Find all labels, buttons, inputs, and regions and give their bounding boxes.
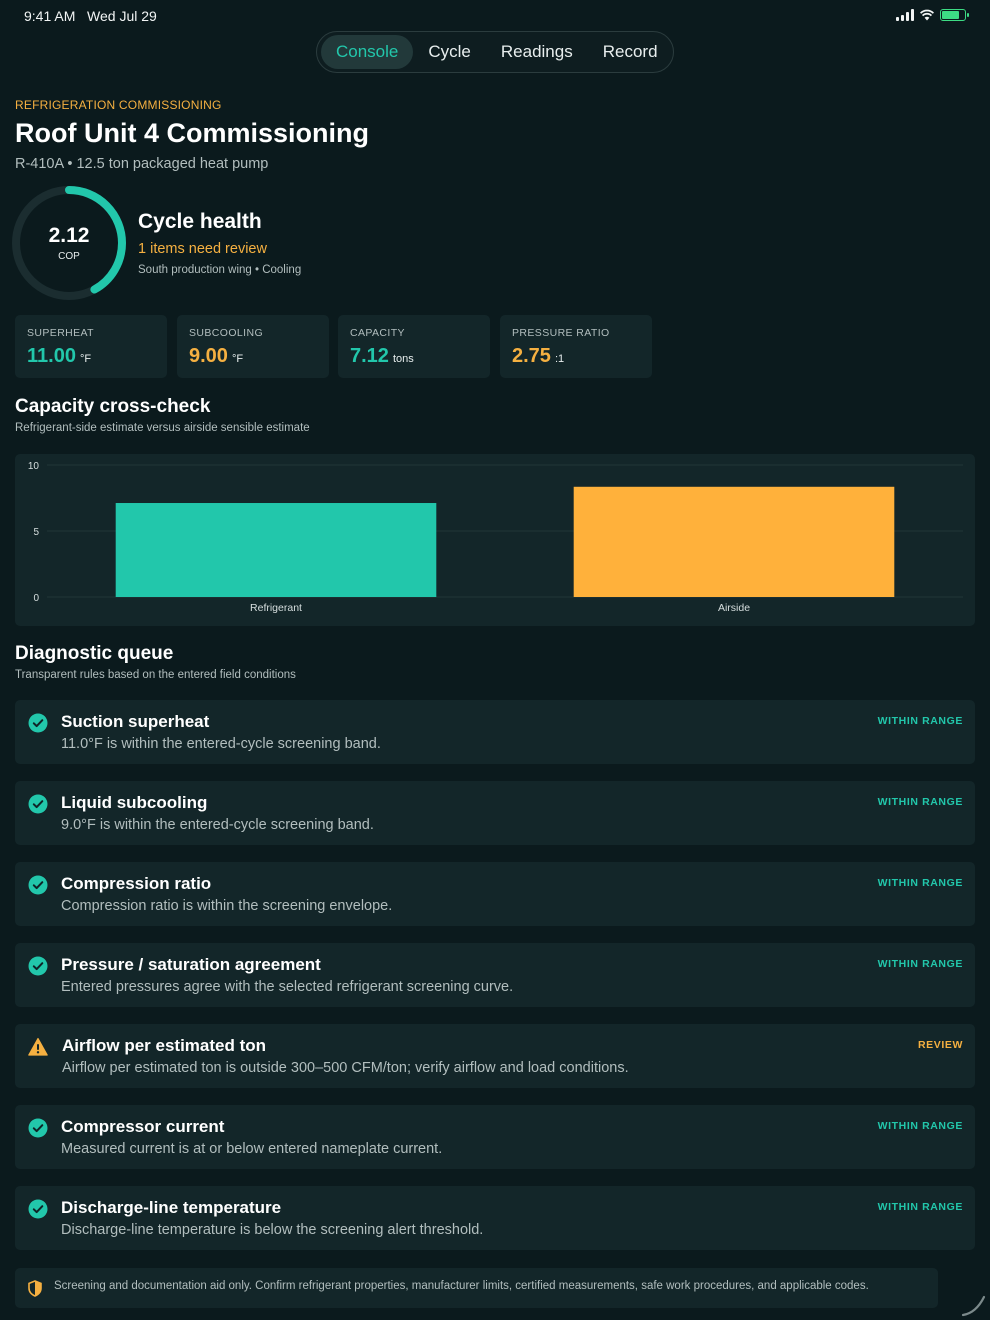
warning-triangle-icon bbox=[28, 1037, 48, 1056]
x-tick-label: Airside bbox=[718, 602, 750, 614]
diagnostic-section-title: Diagnostic queue bbox=[15, 643, 174, 664]
diagnostic-title: Compression ratio bbox=[61, 874, 212, 893]
wifi-icon bbox=[920, 9, 934, 21]
page-subtitle: R-410A • 12.5 ton packaged heat pump bbox=[15, 156, 269, 172]
tab-bar: Console Cycle Readings Record bbox=[316, 31, 674, 73]
diagnostic-status-badge: WITHIN RANGE bbox=[877, 1201, 963, 1213]
diagnostic-item[interactable]: Liquid subcooling 9.0°F is within the en… bbox=[15, 781, 975, 845]
cycle-meta: South production wing • Cooling bbox=[138, 264, 302, 276]
bar-refrigerant bbox=[115, 503, 437, 597]
disclaimer-note: Screening and documentation aid only. Co… bbox=[15, 1268, 938, 1308]
check-circle-icon bbox=[28, 956, 48, 976]
diagnostic-title: Compressor current bbox=[61, 1117, 225, 1136]
status-bar: 9:41 AM Wed Jul 29 bbox=[0, 0, 990, 30]
x-tick-label: Refrigerant bbox=[250, 602, 302, 614]
metric-subcooling: SUBCOOLING 9.00 °F bbox=[177, 315, 329, 378]
check-circle-icon bbox=[28, 713, 48, 733]
capacity-section-subtitle: Refrigerant-side estimate versus airside… bbox=[15, 422, 310, 434]
diagnostic-item[interactable]: Airflow per estimated ton Airflow per es… bbox=[15, 1024, 975, 1088]
diagnostic-item[interactable]: Discharge-line temperature Discharge-lin… bbox=[15, 1186, 975, 1250]
metric-value: 11.00 °F bbox=[27, 345, 92, 367]
bar-airside bbox=[573, 486, 895, 597]
y-tick-label: 5 bbox=[33, 527, 39, 538]
status-icons bbox=[896, 9, 969, 21]
cop-value: 2.12 bbox=[48, 224, 90, 247]
diagnostic-item[interactable]: Compression ratio Compression ratio is w… bbox=[15, 862, 975, 926]
check-circle-icon bbox=[28, 794, 48, 814]
metric-superheat: SUPERHEAT 11.00 °F bbox=[15, 315, 167, 378]
diagnostic-title: Pressure / saturation agreement bbox=[61, 955, 321, 974]
metric-value: 2.75:1 bbox=[512, 345, 565, 367]
clock-time: 9:41 AM bbox=[24, 8, 76, 24]
diagnostic-status-badge: WITHIN RANGE bbox=[877, 796, 963, 808]
diagnostic-item[interactable]: Compressor current Measured current is a… bbox=[15, 1105, 975, 1169]
metric-pressure-ratio: PRESSURE RATIO 2.75:1 bbox=[500, 315, 652, 378]
tab-console[interactable]: Console bbox=[321, 35, 414, 69]
diagnostic-description: 9.0°F is within the entered-cycle screen… bbox=[61, 817, 374, 833]
battery-icon bbox=[940, 9, 969, 21]
diagnostic-title: Discharge-line temperature bbox=[61, 1198, 282, 1217]
check-circle-icon bbox=[28, 1118, 48, 1138]
y-tick-label: 10 bbox=[28, 461, 40, 472]
shield-icon bbox=[28, 1280, 42, 1297]
cop-gauge: 2.12 COP bbox=[9, 183, 129, 303]
page-title: Roof Unit 4 Commissioning bbox=[15, 118, 369, 148]
metric-value: 7.12 tons bbox=[350, 345, 414, 367]
diagnostic-section-subtitle: Transparent rules based on the entered f… bbox=[15, 669, 296, 681]
status-time: 9:41 AM Wed Jul 29 bbox=[24, 8, 157, 24]
diagnostic-description: Compression ratio is within the screenin… bbox=[61, 898, 393, 914]
y-tick-label: 0 bbox=[33, 593, 39, 604]
diagnostic-description: Discharge-line temperature is below the … bbox=[61, 1222, 484, 1238]
check-circle-icon bbox=[28, 875, 48, 895]
capacity-section-title: Capacity cross-check bbox=[15, 396, 211, 417]
cop-label: COP bbox=[58, 251, 80, 262]
diagnostic-status-badge: WITHIN RANGE bbox=[877, 958, 963, 970]
diagnostic-status-badge: WITHIN RANGE bbox=[877, 877, 963, 889]
metric-unit: :1 bbox=[554, 353, 565, 365]
metric-capacity: CAPACITY 7.12 tons bbox=[338, 315, 490, 378]
page-eyebrow: REFRIGERATION COMMISSIONING bbox=[15, 98, 222, 112]
metric-unit: °F bbox=[231, 353, 244, 365]
tab-record[interactable]: Record bbox=[588, 35, 673, 69]
metric-label: SUBCOOLING bbox=[189, 327, 264, 339]
diagnostic-item[interactable]: Suction superheat 11.0°F is within the e… bbox=[15, 700, 975, 764]
clock-date: Wed Jul 29 bbox=[87, 8, 157, 24]
capacity-bar-chart: 0 5 10 Refrigerant Airside bbox=[28, 461, 963, 614]
metric-label: SUPERHEAT bbox=[27, 327, 94, 339]
review-count-link[interactable]: 1 items need review bbox=[138, 241, 267, 257]
metric-label: CAPACITY bbox=[350, 327, 405, 339]
tab-readings[interactable]: Readings bbox=[486, 35, 588, 69]
diagnostic-description: Airflow per estimated ton is outside 300… bbox=[62, 1060, 629, 1076]
cycle-health-title: Cycle health bbox=[138, 210, 262, 233]
check-circle-icon bbox=[28, 1199, 48, 1219]
disclaimer-text: Screening and documentation aid only. Co… bbox=[54, 1280, 869, 1292]
metric-unit: °F bbox=[79, 353, 92, 365]
diagnostic-status-badge: WITHIN RANGE bbox=[877, 715, 963, 727]
diagnostic-status-badge: WITHIN RANGE bbox=[877, 1120, 963, 1132]
diagnostic-title: Airflow per estimated ton bbox=[62, 1036, 267, 1055]
cellular-signal-icon bbox=[896, 9, 914, 21]
diagnostic-description: 11.0°F is within the entered-cycle scree… bbox=[61, 736, 381, 752]
diagnostic-description: Measured current is at or below entered … bbox=[61, 1141, 443, 1157]
diagnostic-title: Liquid subcooling bbox=[61, 793, 208, 812]
metric-label: PRESSURE RATIO bbox=[512, 327, 610, 339]
diagnostic-item[interactable]: Pressure / saturation agreement Entered … bbox=[15, 943, 975, 1007]
diagnostic-title: Suction superheat bbox=[61, 712, 210, 731]
metric-unit: tons bbox=[392, 353, 414, 365]
diagnostic-description: Entered pressures agree with the selecte… bbox=[61, 979, 514, 995]
tab-cycle[interactable]: Cycle bbox=[413, 35, 486, 69]
diagnostic-status-badge: REVIEW bbox=[917, 1039, 963, 1051]
capacity-chart: 0 5 10 Refrigerant Airside bbox=[15, 454, 975, 626]
metric-value: 9.00 °F bbox=[189, 345, 244, 367]
resize-handle-icon[interactable] bbox=[960, 1293, 986, 1317]
